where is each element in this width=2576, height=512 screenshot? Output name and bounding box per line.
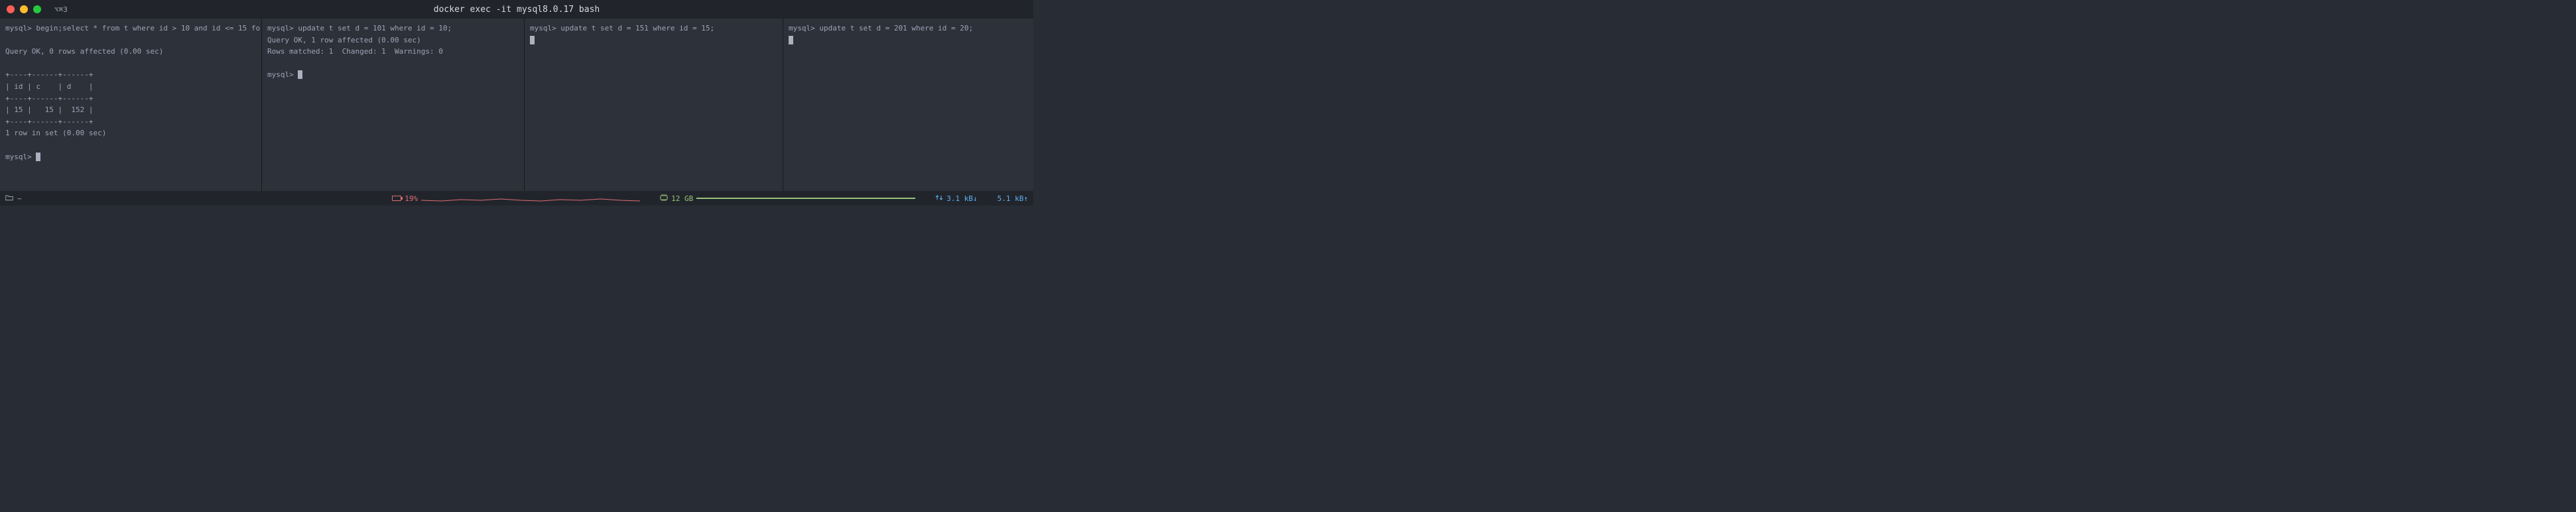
status-left: ~: [5, 194, 22, 203]
maximize-button[interactable]: [33, 5, 41, 13]
folder-icon: [5, 194, 13, 203]
memory-value: 12 GB: [671, 194, 693, 203]
pane-2-content: mysql> update t set d = 101 where id = 1…: [267, 24, 452, 79]
status-right: 19% 12 GB: [392, 194, 1028, 203]
battery-status: 19%: [392, 194, 640, 203]
memory-status: 12 GB: [660, 194, 915, 203]
cursor-icon: [298, 70, 302, 79]
tab-shortcut: ⌥⌘3: [54, 5, 68, 14]
pane-1-content: mysql> begin;select * from t where id > …: [5, 24, 262, 161]
pane-4-content: mysql> update t set d = 201 where id = 2…: [789, 24, 973, 32]
battery-icon: [392, 196, 401, 201]
network-up: 5.1 kB↑: [998, 194, 1028, 203]
terminal-pane-3[interactable]: mysql> update t set d = 151 where id = 1…: [525, 19, 783, 191]
memory-icon: [660, 194, 668, 203]
pane-3-content: mysql> update t set d = 151 where id = 1…: [530, 24, 714, 32]
titlebar: ⌥⌘3 docker exec -it mysql8.0.17 bash: [0, 0, 1033, 19]
network-down: 3.1 kB↓: [946, 194, 977, 203]
memory-bar: [696, 198, 915, 199]
statusbar: ~ 19%: [0, 191, 1033, 206]
network-icon: [935, 194, 943, 203]
battery-percent: 19%: [405, 194, 418, 203]
terminal-pane-4[interactable]: mysql> update t set d = 201 where id = 2…: [783, 19, 1033, 191]
network-status: 3.1 kB↓: [935, 194, 977, 203]
cursor-icon: [36, 153, 40, 161]
terminal-pane-2[interactable]: mysql> update t set d = 101 where id = 1…: [262, 19, 525, 191]
terminal-panes: mysql> begin;select * from t where id > …: [0, 19, 1033, 191]
close-button[interactable]: [7, 5, 15, 13]
window-title: docker exec -it mysql8.0.17 bash: [434, 5, 600, 15]
network-up-status: 5.1 kB↑: [998, 194, 1028, 203]
minimize-button[interactable]: [20, 5, 28, 13]
cursor-icon: [530, 36, 535, 44]
cpu-sparkline: [421, 195, 640, 202]
cursor-icon: [789, 36, 793, 44]
traffic-lights: [7, 5, 41, 13]
status-path: ~: [17, 194, 22, 203]
terminal-pane-1[interactable]: mysql> begin;select * from t where id > …: [0, 19, 262, 191]
